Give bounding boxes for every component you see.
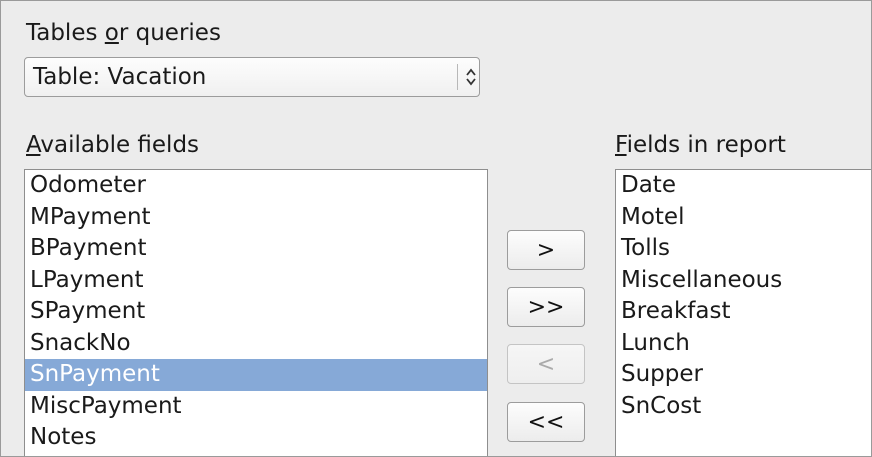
label-text: ields in report bbox=[626, 132, 786, 158]
list-item[interactable]: SnPayment bbox=[25, 359, 487, 391]
tables-or-queries-dropdown[interactable]: Table: Vacation bbox=[24, 57, 480, 97]
list-item[interactable]: MiscPayment bbox=[25, 391, 487, 423]
dropdown-separator bbox=[457, 64, 458, 90]
label-text: r queries bbox=[118, 20, 221, 46]
fields-in-report-list[interactable]: Date Motel Tolls Miscellaneous Breakfast Lunc… bbox=[615, 169, 871, 456]
label-access-key: A bbox=[26, 132, 41, 158]
list-item[interactable]: MPayment bbox=[25, 202, 487, 234]
list-item[interactable]: SPayment bbox=[25, 296, 487, 328]
available-fields-list[interactable]: Odometer MPayment BPayment LPayment SPayment… bbox=[24, 169, 488, 456]
dropdown-selected-value: Table: Vacation bbox=[33, 64, 207, 90]
remove-all-fields-button[interactable]: << bbox=[507, 402, 585, 442]
list-item[interactable]: Date bbox=[616, 170, 871, 202]
list-item[interactable]: Tolls bbox=[616, 233, 871, 265]
list-item[interactable]: Odometer bbox=[25, 170, 487, 202]
report-wizard-fields-panel: Tables or queries Table: Vacation Availa… bbox=[0, 0, 872, 457]
list-item[interactable]: Lunch bbox=[616, 328, 871, 360]
list-item[interactable]: Supper bbox=[616, 359, 871, 391]
fields-in-report-label: Fields in report bbox=[615, 131, 786, 159]
list-item[interactable]: Notes bbox=[25, 422, 487, 454]
spin-updown-icon[interactable] bbox=[465, 67, 477, 87]
list-item[interactable]: Miscellaneous bbox=[616, 265, 871, 297]
tables-or-queries-label: Tables or queries bbox=[26, 19, 221, 47]
add-field-button[interactable]: > bbox=[507, 230, 585, 270]
available-fields-label: Available fields bbox=[26, 131, 199, 159]
label-text: Tables bbox=[26, 20, 105, 46]
remove-field-button[interactable]: < bbox=[507, 344, 585, 384]
label-access-key: o bbox=[104, 20, 119, 46]
label-access-key: F bbox=[615, 132, 627, 158]
label-text: vailable fields bbox=[40, 132, 200, 158]
add-all-fields-button[interactable]: >> bbox=[507, 287, 585, 327]
list-item[interactable]: LPayment bbox=[25, 265, 487, 297]
list-item[interactable]: Breakfast bbox=[616, 296, 871, 328]
list-item[interactable]: BPayment bbox=[25, 233, 487, 265]
list-item[interactable]: Motel bbox=[616, 202, 871, 234]
list-item[interactable]: SnackNo bbox=[25, 328, 487, 360]
list-item[interactable]: SnCost bbox=[616, 391, 871, 423]
